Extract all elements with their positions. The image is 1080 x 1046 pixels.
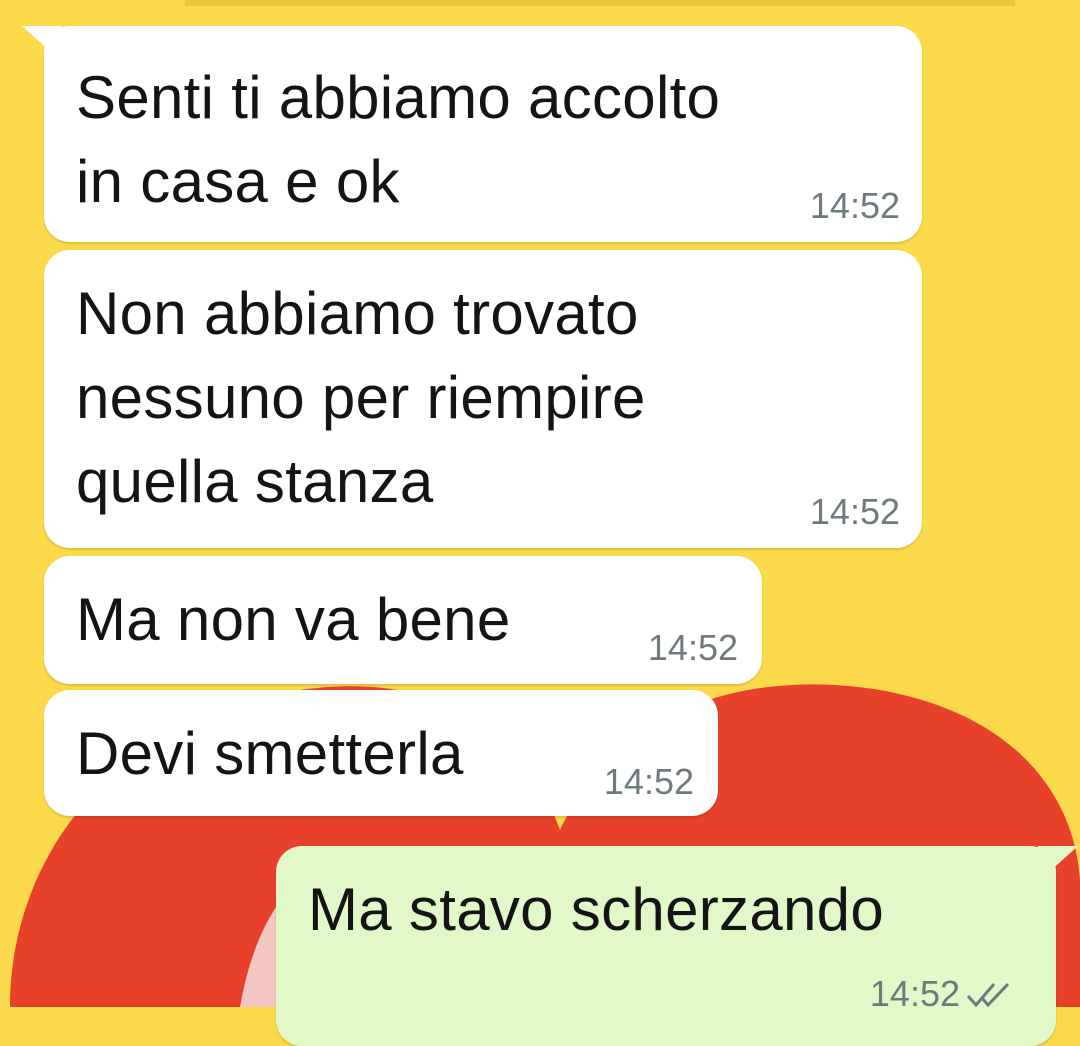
message-timestamp: 14:52 [647,627,738,668]
bubble-tail-icon [22,26,62,62]
outgoing-message[interactable]: Ma stavo scherzando 14:52 [276,846,1078,1046]
double-check-icon [966,982,1010,1008]
message-timestamp: 14:52 [603,761,694,802]
incoming-message[interactable]: Ma non va bene 14:52 [44,556,762,684]
bubble-tail-icon [1038,846,1078,882]
incoming-message[interactable]: Senti ti abbiamo accolto in casa e ok 14… [22,26,922,242]
message-text: Ma non va bene [76,586,511,653]
message-timestamp: 14:52 [809,491,900,532]
message-text: Devi smetterla [76,720,464,787]
message-text: Senti ti abbiamo accolto in casa e ok [76,64,721,215]
incoming-message[interactable]: Non abbiamo trovato nessuno per riempire… [44,250,922,548]
message-timestamp: 14:52 [869,973,960,1014]
message-text: Ma stavo scherzando [308,876,884,943]
incoming-message[interactable]: Devi smetterla 14:52 [44,690,718,816]
message-text: Non abbiamo trovato nessuno per riempire… [76,280,646,515]
message-timestamp: 14:52 [809,185,900,226]
